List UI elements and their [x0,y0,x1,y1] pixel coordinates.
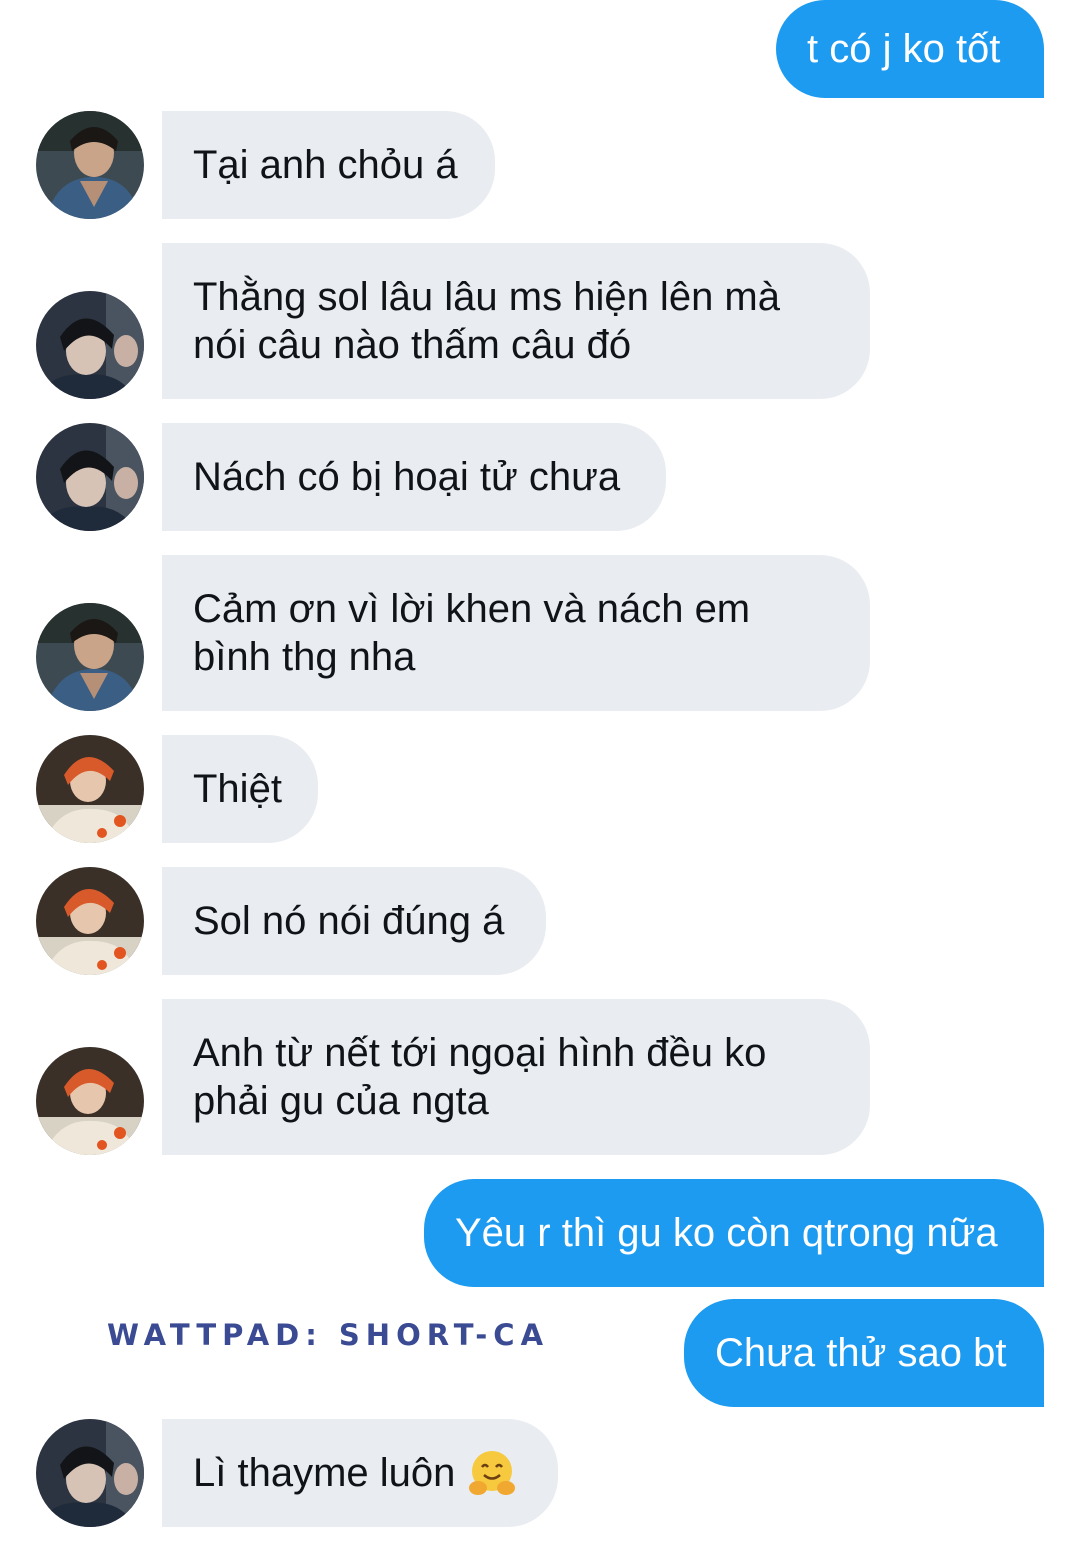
avatar-image [36,1419,144,1527]
message-text: Tại anh chỏu á [193,143,458,187]
incoming-message-bubble[interactable]: Thằng sol lâu lâu ms hiện lên mà nói câu… [162,243,870,399]
avatar-dark[interactable] [36,291,144,399]
avatar-image [36,1047,144,1155]
avatar-orange[interactable] [36,1047,144,1155]
message-text: Chưa thử sao bt [715,1331,1007,1375]
incoming-message-bubble[interactable]: Anh từ nết tới ngoại hình đều ko phải gu… [162,999,870,1155]
message-text: Thiệt [193,767,282,811]
avatar-image [36,603,144,711]
incoming-message-bubble[interactable]: Cảm ơn vì lời khen và nách em bình thg n… [162,555,870,711]
outgoing-message-bubble[interactable]: t có j ko tốt [776,0,1044,98]
avatar-orange[interactable] [36,735,144,843]
avatar-dark[interactable] [36,423,144,531]
incoming-message-bubble[interactable]: Lì thayme luôn [162,1419,558,1527]
avatar-image [36,867,144,975]
avatar-dark[interactable] [36,1419,144,1527]
message-text: Sol nó nói đúng á [193,899,505,943]
message-text: Thằng sol lâu lâu ms hiện lên mà nói câu… [193,275,780,367]
avatar-denim[interactable] [36,603,144,711]
watermark-text: WATTPAD: SHORT-CA [107,1318,550,1352]
hugging-face-emoji-icon [467,1448,517,1498]
incoming-message-bubble[interactable]: Tại anh chỏu á [162,111,495,219]
message-text: Yêu r thì gu ko còn qtrong nữa [455,1211,998,1255]
message-text: Anh từ nết tới ngoại hình đều ko phải gu… [193,1031,767,1123]
message-text: Nách có bị hoại tử chưa [193,455,621,499]
outgoing-message-bubble[interactable]: Chưa thử sao bt [684,1299,1044,1407]
avatar-image [36,735,144,843]
incoming-message-bubble[interactable]: Thiệt [162,735,318,843]
incoming-message-bubble[interactable]: Nách có bị hoại tử chưa [162,423,666,531]
avatar-denim[interactable] [36,111,144,219]
avatar-image [36,291,144,399]
outgoing-message-bubble[interactable]: Yêu r thì gu ko còn qtrong nữa [424,1179,1044,1287]
message-text: t có j ko tốt [807,27,1001,71]
avatar-image [36,423,144,531]
avatar-image [36,111,144,219]
incoming-message-bubble[interactable]: Sol nó nói đúng á [162,867,546,975]
message-text: Cảm ơn vì lời khen và nách em bình thg n… [193,587,751,679]
message-text: Lì thayme luôn [193,1451,456,1495]
avatar-orange[interactable] [36,867,144,975]
